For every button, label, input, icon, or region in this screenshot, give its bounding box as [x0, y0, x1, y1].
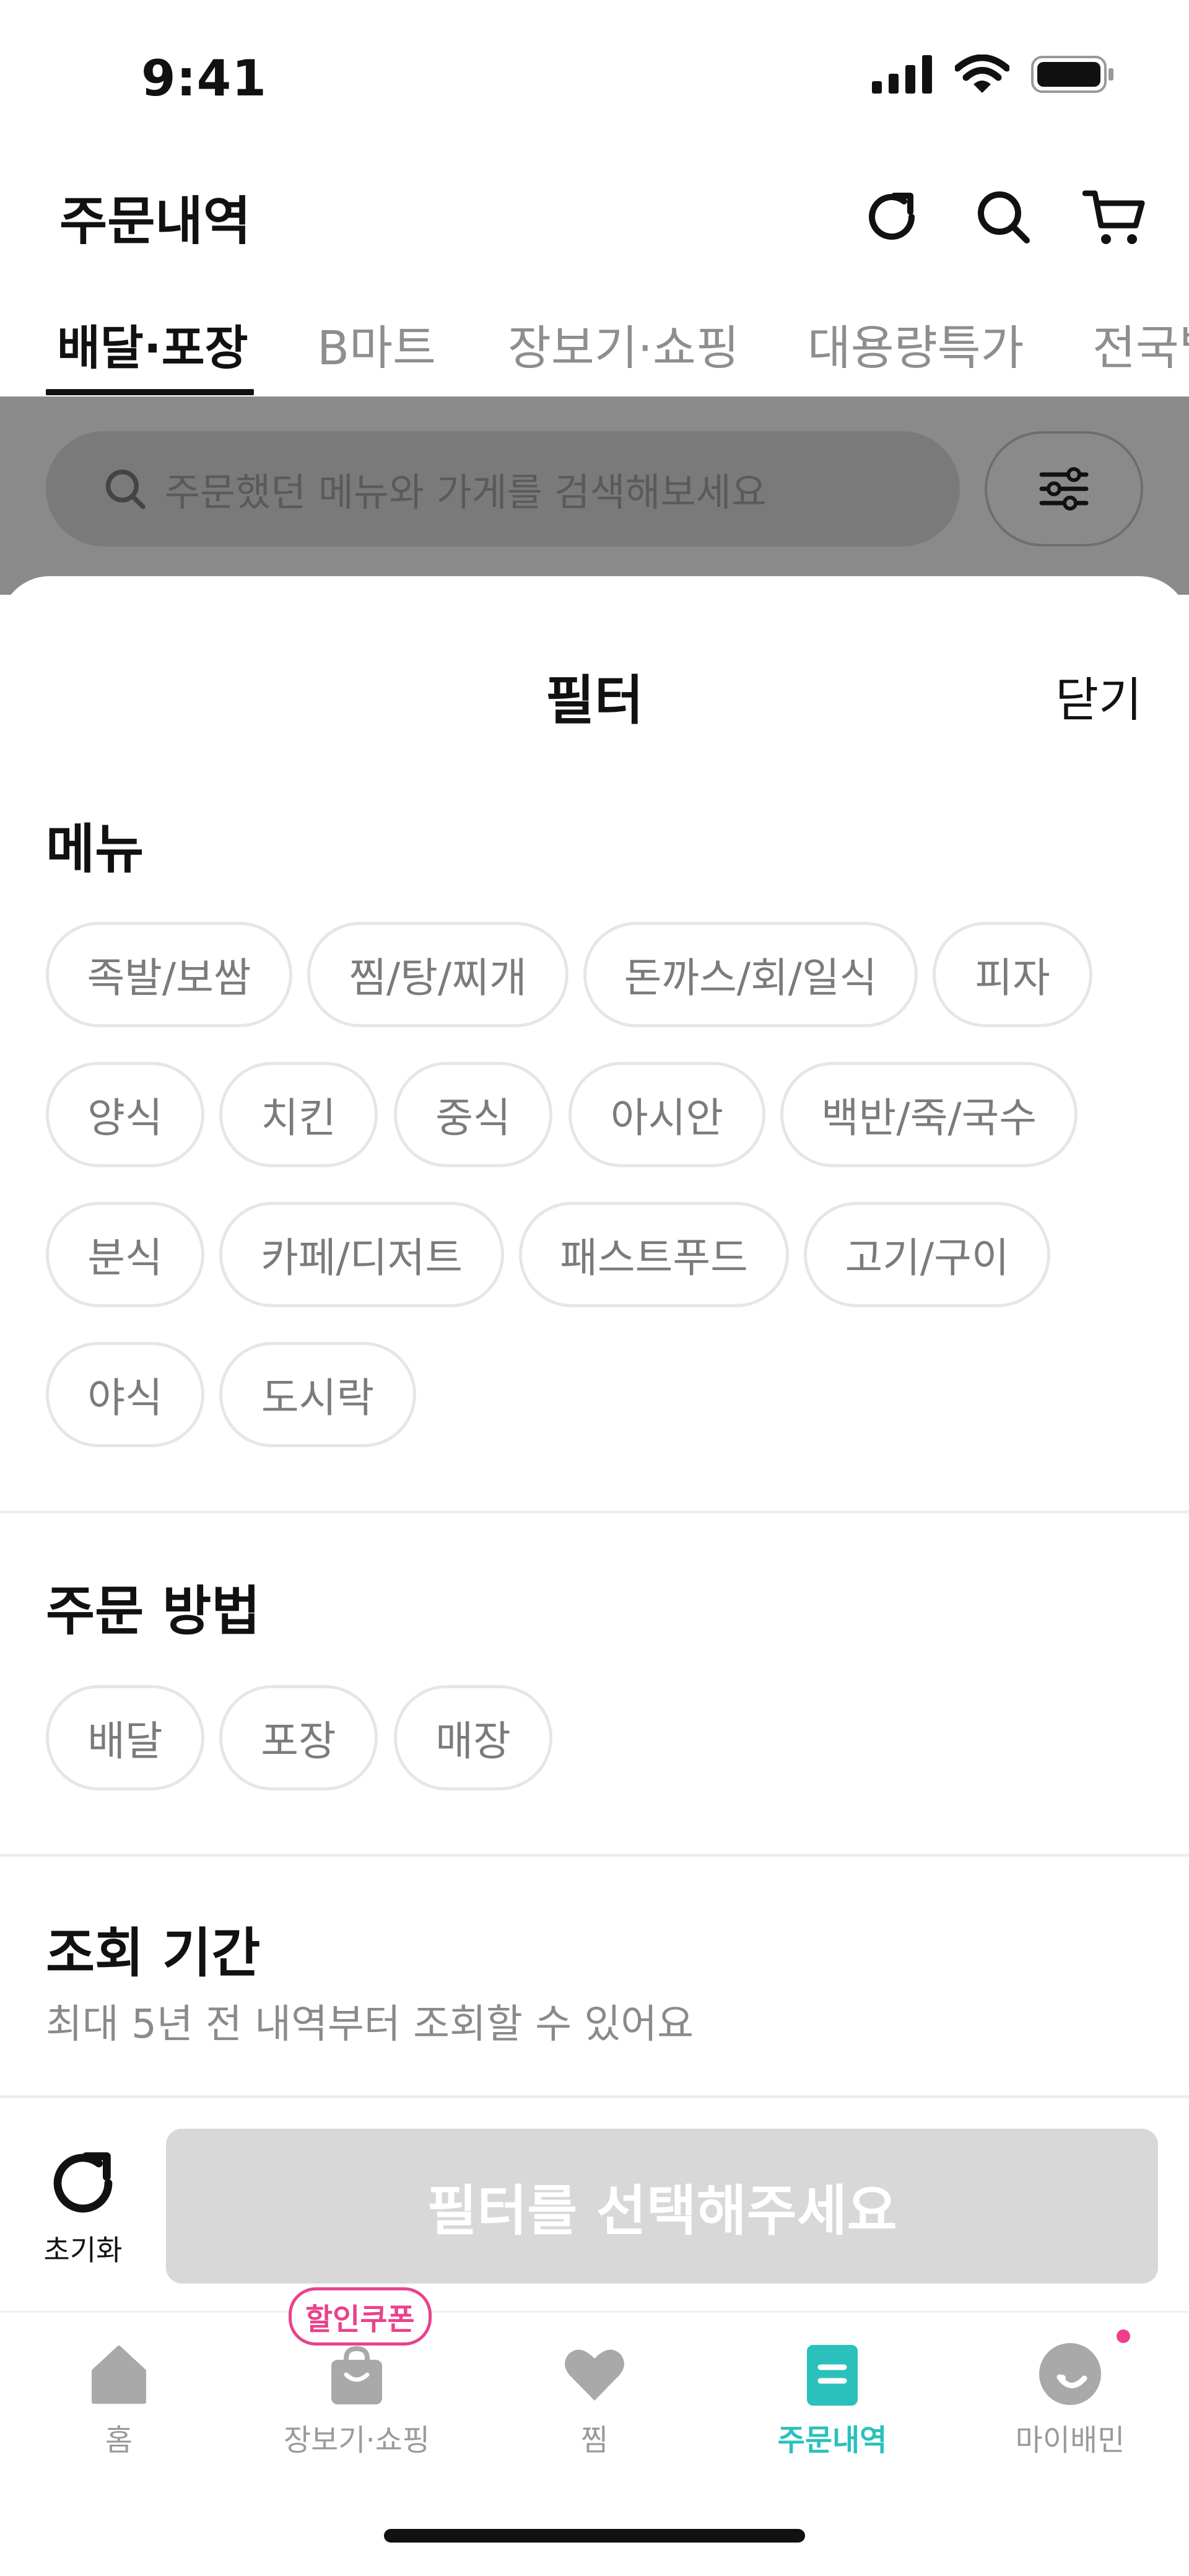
header-actions	[855, 180, 1152, 254]
search-input[interactable]: 주문했던 메뉴와 가게를 검색해보세요	[46, 431, 960, 546]
nav-shopping[interactable]: 장보기·쇼핑	[258, 2340, 456, 2459]
wifi-icon	[955, 55, 1009, 93]
close-button[interactable]: 닫기	[1055, 662, 1142, 730]
category-tabs: 배달·포장 B마트 장보기·쇼핑 대용량특가 전국별	[0, 285, 1189, 398]
status-time: 9:41	[141, 50, 267, 107]
coupon-badge: 할인쿠폰	[289, 2287, 432, 2346]
menu-chip[interactable]: 고기/구이	[804, 1202, 1050, 1307]
nav-label: 주문내역	[777, 2423, 887, 2458]
period-title: 조회 기간	[46, 1922, 261, 1984]
search-icon	[105, 469, 146, 509]
menu-chip[interactable]: 양식	[46, 1062, 204, 1167]
menu-chip[interactable]: 도시락	[219, 1342, 416, 1447]
menu-chip[interactable]: 카페/디저트	[219, 1202, 504, 1307]
nav-label: 장보기·쇼핑	[283, 2423, 430, 2458]
refresh-button[interactable]	[855, 180, 929, 254]
cart-button[interactable]	[1078, 180, 1152, 254]
section-divider	[0, 2095, 1189, 2098]
tab-delivery-pickup[interactable]: 배달·포장	[57, 310, 248, 378]
order-list-icon	[807, 2345, 858, 2406]
cart-icon	[1082, 190, 1145, 244]
nav-label: 찜	[580, 2423, 609, 2458]
dim-overlay[interactable]: 주문했던 메뉴와 가게를 검색해보세요	[0, 396, 1189, 595]
cellular-signal-icon	[872, 55, 932, 94]
nav-label: 홈	[105, 2423, 133, 2458]
menu-chip[interactable]: 중식	[394, 1062, 552, 1167]
menu-chip[interactable]: 아시안	[568, 1062, 765, 1167]
sheet-title: 필터	[545, 670, 644, 732]
section-divider	[0, 1510, 1189, 1514]
menu-chip[interactable]: 백반/죽/국수	[780, 1062, 1078, 1167]
order-method-chip[interactable]: 포장	[219, 1685, 378, 1790]
nav-favorites[interactable]: 찜	[495, 2340, 694, 2459]
heart-icon	[565, 2349, 624, 2401]
nav-orders[interactable]: 주문내역	[733, 2340, 931, 2459]
search-button[interactable]	[966, 180, 1040, 254]
menu-chip[interactable]: 돈까스/회/일식	[583, 922, 918, 1027]
tab-shopping[interactable]: 장보기·쇼핑	[508, 310, 739, 378]
apply-filter-button[interactable]: 필터를 선택해주세요	[166, 2129, 1158, 2284]
tab-nationwide[interactable]: 전국별	[1092, 310, 1189, 378]
period-description: 최대 5년 전 내역부터 조회할 수 있어요	[46, 2002, 694, 2048]
nav-home[interactable]: 홈	[20, 2340, 218, 2459]
filter-sheet: 필터 닫기 메뉴 족발/보쌈 찜/탕/찌개 돈까스/회/일식 피자 양식 치킨 …	[0, 576, 1189, 2313]
reset-label: 초기화	[43, 2233, 123, 2267]
search-placeholder: 주문했던 메뉴와 가게를 검색해보세요	[165, 470, 767, 515]
nav-label: 마이배민	[1015, 2423, 1125, 2458]
tab-bmart[interactable]: B마트	[317, 310, 436, 378]
search-icon	[978, 191, 1030, 243]
refresh-icon	[53, 2152, 113, 2213]
reset-button[interactable]: 초기화	[32, 2144, 134, 2269]
order-method-title: 주문 방법	[46, 1580, 261, 1642]
page-title: 주문내역	[59, 191, 251, 252]
refresh-icon	[869, 193, 915, 240]
menu-chip[interactable]: 패스트푸드	[519, 1202, 789, 1307]
shopping-bag-icon	[331, 2346, 382, 2404]
filter-sliders-icon	[1039, 467, 1089, 510]
menu-chip[interactable]: 야식	[46, 1342, 204, 1447]
status-bar: 9:41	[0, 0, 1189, 155]
battery-icon	[1031, 56, 1113, 93]
menu-chip[interactable]: 분식	[46, 1202, 204, 1307]
home-icon	[92, 2346, 146, 2404]
order-method-chip[interactable]: 매장	[394, 1685, 552, 1790]
nav-my-baemin[interactable]: 마이배민	[971, 2340, 1169, 2459]
section-divider	[0, 1854, 1189, 1857]
filter-button[interactable]	[985, 431, 1143, 546]
menu-chip[interactable]: 찜/탕/찌개	[307, 922, 568, 1027]
notification-dot	[1117, 2329, 1130, 2343]
home-indicator[interactable]	[384, 2529, 805, 2543]
header: 주문내역	[0, 155, 1189, 266]
tab-bulk-deals[interactable]: 대용량특가	[808, 310, 1024, 378]
active-tab-indicator	[46, 389, 254, 395]
order-method-chip[interactable]: 배달	[46, 1685, 204, 1790]
menu-section-title: 메뉴	[46, 818, 144, 880]
menu-chip[interactable]: 치킨	[219, 1062, 378, 1167]
menu-chip[interactable]: 족발/보쌈	[46, 922, 292, 1027]
profile-icon	[1039, 2343, 1101, 2405]
menu-chip[interactable]: 피자	[933, 922, 1092, 1027]
status-icons	[872, 55, 1115, 94]
